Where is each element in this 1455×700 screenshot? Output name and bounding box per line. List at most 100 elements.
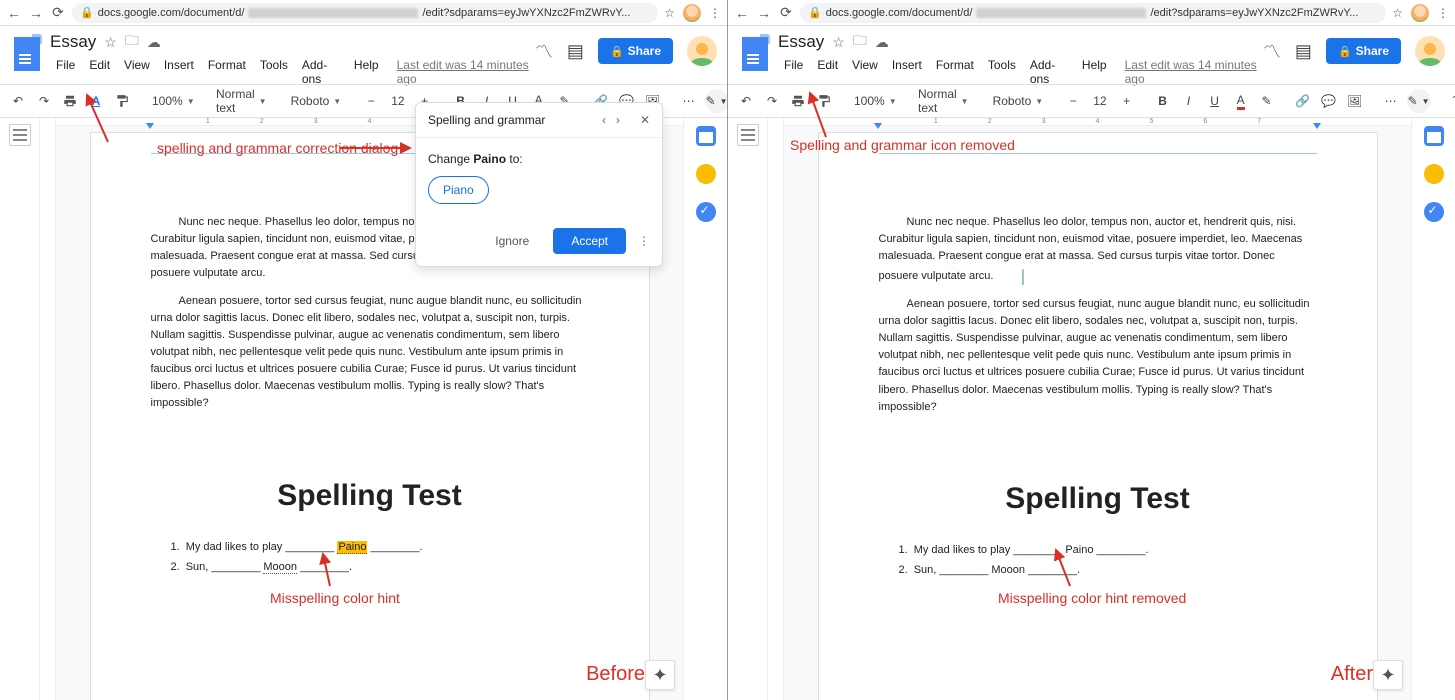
outline-icon[interactable] xyxy=(9,124,31,146)
document-title[interactable]: Essay xyxy=(778,32,824,52)
collapse-panel-icon[interactable]: ˆ xyxy=(1443,89,1455,113)
more-options-icon[interactable]: ⋮ xyxy=(638,234,650,248)
suggestion-chip[interactable]: Piano xyxy=(428,176,489,204)
text-color-icon[interactable]: A xyxy=(1229,89,1253,113)
kebab-menu-icon[interactable]: ⋮ xyxy=(1437,6,1449,20)
forward-icon[interactable]: → xyxy=(28,5,44,21)
cloud-status-icon[interactable]: ☁ xyxy=(875,34,889,51)
star-outline-icon[interactable]: ☆ xyxy=(104,34,117,51)
keep-icon[interactable] xyxy=(1424,164,1444,184)
zoom-select[interactable]: 100%▼ xyxy=(848,89,900,113)
google-docs-logo-icon[interactable] xyxy=(12,34,42,74)
insert-comment-icon[interactable]: 💬 xyxy=(1317,89,1341,113)
account-avatar-icon[interactable] xyxy=(1415,36,1445,66)
word-mooon-plain[interactable]: Mooon xyxy=(991,564,1025,576)
word-paino-plain[interactable]: Paino xyxy=(1065,544,1093,556)
style-select[interactable]: Normal text▼ xyxy=(912,89,975,113)
cloud-status-icon[interactable]: ☁ xyxy=(147,34,161,51)
spellcheck-icon[interactable]: A xyxy=(84,89,108,113)
font-select[interactable]: Roboto▼ xyxy=(285,89,348,113)
reload-icon[interactable]: ⟳ xyxy=(50,5,66,21)
insert-image-icon[interactable]: 🖼 xyxy=(1343,89,1367,113)
undo-icon[interactable]: ↶ xyxy=(6,89,30,113)
calendar-icon[interactable] xyxy=(1424,126,1444,146)
italic-icon[interactable]: I xyxy=(1177,89,1201,113)
redo-icon[interactable]: ↷ xyxy=(32,89,56,113)
profile-avatar-icon[interactable] xyxy=(1411,4,1429,22)
accept-button[interactable]: Accept xyxy=(553,228,626,254)
outline-rail xyxy=(0,118,40,700)
spelling-list[interactable]: 1. My dad likes to play ________ Paino _… xyxy=(879,542,1317,579)
chart-icon[interactable]: 〽 xyxy=(535,38,553,64)
font-increase-icon[interactable]: + xyxy=(1115,89,1139,113)
insert-link-icon[interactable]: 🔗 xyxy=(1291,89,1315,113)
paint-format-icon[interactable] xyxy=(812,89,836,113)
document-title[interactable]: Essay xyxy=(50,32,96,52)
misspelled-word-paino[interactable]: Paino xyxy=(337,541,367,554)
account-avatar-icon[interactable] xyxy=(687,36,717,66)
star-icon[interactable]: ☆ xyxy=(1392,6,1403,20)
back-icon[interactable]: ← xyxy=(6,5,22,21)
underline-icon[interactable]: U xyxy=(1203,89,1227,113)
editing-mode-button[interactable]: ✎ ▼ xyxy=(705,89,727,113)
close-icon[interactable]: ✕ xyxy=(640,113,650,127)
spelling-heading[interactable]: Spelling Test xyxy=(151,473,589,520)
document-page[interactable]: Nunc nec neque. Phasellus leo dolor, tem… xyxy=(818,132,1378,700)
font-size-field[interactable]: 12 xyxy=(385,89,410,113)
print-icon[interactable] xyxy=(58,89,82,113)
misspelled-word-mooon[interactable]: Mooon xyxy=(263,561,297,574)
calendar-icon[interactable] xyxy=(696,126,716,146)
explore-fab-icon[interactable]: ✦ xyxy=(1373,660,1403,690)
prev-icon[interactable]: ‹ xyxy=(602,113,606,127)
browser-address-bar: ← → ⟳ 🔒 docs.google.com/document/d/ /edi… xyxy=(0,0,727,26)
item1-pre: My dad likes to play ________ xyxy=(186,541,338,553)
outline-icon[interactable] xyxy=(737,124,759,146)
comments-icon[interactable]: ▤ xyxy=(1295,41,1312,62)
text-cursor-icon: │ xyxy=(991,267,1027,287)
paint-format-icon[interactable] xyxy=(110,89,134,113)
url-field[interactable]: 🔒 docs.google.com/document/d/ /edit?sdpa… xyxy=(800,3,1386,23)
chart-icon[interactable]: 〽 xyxy=(1263,38,1281,64)
tasks-icon[interactable] xyxy=(1424,202,1444,222)
more-toolbar-icon[interactable]: ⋯ xyxy=(1379,89,1403,113)
list-number-2: 2. xyxy=(899,562,908,579)
paragraph-1[interactable]: Nunc nec neque. Phasellus leo dolor, tem… xyxy=(879,214,1317,285)
keep-icon[interactable] xyxy=(696,164,716,184)
highlight-icon[interactable]: ✎ xyxy=(1255,89,1279,113)
star-icon[interactable]: ☆ xyxy=(664,6,675,20)
font-decrease-icon[interactable]: − xyxy=(359,89,383,113)
back-icon[interactable]: ← xyxy=(734,5,750,21)
redo-icon[interactable]: ↷ xyxy=(760,89,784,113)
font-size-field[interactable]: 12 xyxy=(1087,89,1112,113)
spelling-heading[interactable]: Spelling Test xyxy=(879,476,1317,523)
paragraph-2[interactable]: Aenean posuere, tortor sed cursus feugia… xyxy=(879,296,1317,415)
font-decrease-icon[interactable]: − xyxy=(1061,89,1085,113)
kebab-menu-icon[interactable]: ⋮ xyxy=(709,6,721,20)
google-docs-logo-icon[interactable] xyxy=(740,34,770,74)
share-button[interactable]: 🔒 Share xyxy=(598,38,673,64)
after-pane: ← → ⟳ 🔒 docs.google.com/document/d/ /edi… xyxy=(728,0,1455,700)
star-outline-icon[interactable]: ☆ xyxy=(832,34,845,51)
ignore-button[interactable]: Ignore xyxy=(483,228,541,254)
next-icon[interactable]: › xyxy=(616,113,620,127)
explore-fab-icon[interactable]: ✦ xyxy=(645,660,675,690)
comments-icon[interactable]: ▤ xyxy=(567,41,584,62)
paragraph-2[interactable]: Aenean posuere, tortor sed cursus feugia… xyxy=(151,293,589,412)
print-icon[interactable] xyxy=(786,89,810,113)
zoom-select[interactable]: 100%▼ xyxy=(146,89,198,113)
editing-mode-button[interactable]: ✎ ▼ xyxy=(1407,89,1431,113)
reload-icon[interactable]: ⟳ xyxy=(778,5,794,21)
more-toolbar-icon[interactable]: ⋯ xyxy=(677,89,701,113)
tasks-icon[interactable] xyxy=(696,202,716,222)
spelling-list[interactable]: 1. My dad likes to play ________ Paino _… xyxy=(151,539,589,576)
share-button[interactable]: 🔒 Share xyxy=(1326,38,1401,64)
bold-icon[interactable]: B xyxy=(1151,89,1175,113)
undo-icon[interactable]: ↶ xyxy=(734,89,758,113)
style-select[interactable]: Normal text▼ xyxy=(210,89,273,113)
url-field[interactable]: 🔒 docs.google.com/document/d/ /edit?sdpa… xyxy=(72,3,658,23)
forward-icon[interactable]: → xyxy=(756,5,772,21)
profile-avatar-icon[interactable] xyxy=(683,4,701,22)
font-select[interactable]: Roboto▼ xyxy=(987,89,1050,113)
move-folder-icon[interactable]: 🗀 xyxy=(853,30,867,54)
move-folder-icon[interactable]: 🗀 xyxy=(125,30,139,54)
